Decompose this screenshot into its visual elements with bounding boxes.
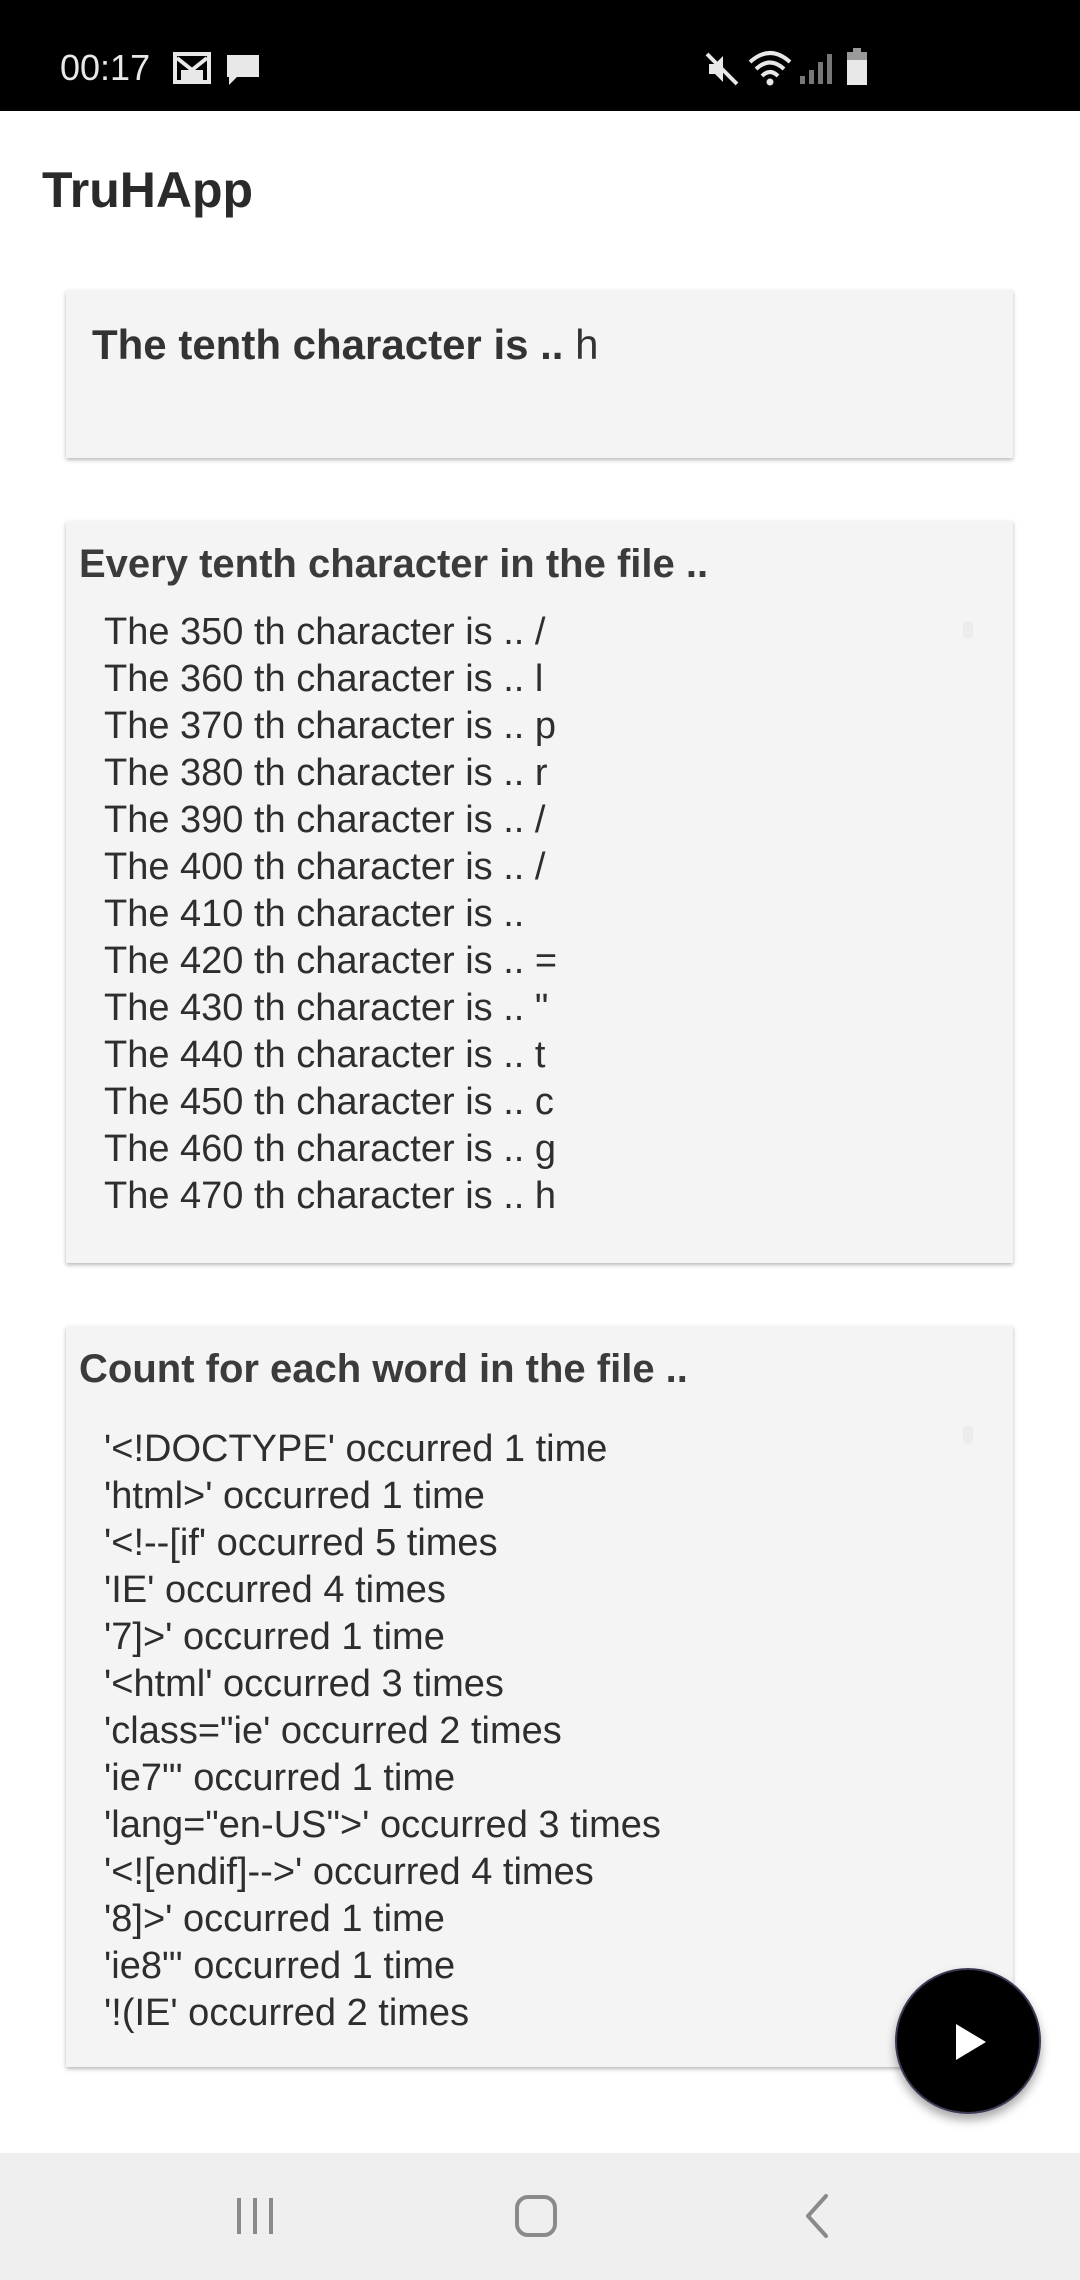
- tenth-character-card: The tenth character is .. h: [66, 290, 1013, 458]
- list-item: The 470 th character is .. h: [104, 1175, 557, 1217]
- word-count-list[interactable]: '<!DOCTYPE' occurred 1 time 'html>' occu…: [104, 1426, 661, 2037]
- list-item: '<!DOCTYPE' occurred 1 time: [104, 1428, 608, 1470]
- list-item: The 410 th character is ..: [104, 893, 525, 935]
- message-icon: [227, 55, 259, 85]
- navigation-bar: [0, 2153, 1080, 2280]
- list-item: '!(IE' occurred 2 times: [104, 1992, 470, 2034]
- list-item: The 450 th character is .. c: [104, 1081, 554, 1123]
- list-item: The 460 th character is .. g: [104, 1128, 557, 1170]
- list-item: The 370 th character is .. p: [104, 705, 557, 747]
- play-button[interactable]: [895, 1968, 1041, 2114]
- list-item: 'ie8"' occurred 1 time: [104, 1945, 456, 1987]
- list-item: 'IE' occurred 4 times: [104, 1569, 446, 1611]
- recent-apps-button[interactable]: [215, 2181, 295, 2251]
- every-tenth-character-card[interactable]: Every tenth character in the file .. The…: [66, 521, 1013, 1263]
- list-item: The 420 th character is .. =: [104, 940, 558, 982]
- list-item: 'ie7"' occurred 1 time: [104, 1757, 456, 1799]
- home-icon: [515, 2195, 557, 2237]
- gmail-icon: [173, 52, 211, 84]
- list-item: The 360 th character is .. l: [104, 658, 544, 700]
- list-item: 'class="ie' occurred 2 times: [104, 1710, 562, 1752]
- list-item: '7]>' occurred 1 time: [104, 1616, 445, 1658]
- tenth-character-value: h: [575, 321, 599, 368]
- wifi-icon: [748, 51, 792, 86]
- status-time: 00:17: [60, 47, 151, 88]
- signal-icon: [800, 54, 832, 84]
- back-icon: [806, 2194, 828, 2238]
- play-icon: [956, 2024, 986, 2060]
- list-item: '<!--[if' occurred 5 times: [104, 1522, 498, 1564]
- status-bar: 00:17: [0, 0, 1080, 111]
- list-item: The 400 th character is .. /: [104, 846, 546, 888]
- list-item: '<![endif]-->' occurred 4 times: [104, 1851, 594, 1893]
- list-item: '<html' occurred 3 times: [104, 1663, 504, 1705]
- recent-apps-icon: [237, 2198, 273, 2234]
- tenth-character-text: The tenth character is .. h: [92, 320, 599, 370]
- word-count-heading: Count for each word in the file ..: [79, 1347, 688, 1391]
- home-button[interactable]: [496, 2181, 576, 2251]
- scrollbar[interactable]: [963, 621, 973, 639]
- list-item: The 440 th character is .. t: [104, 1034, 546, 1076]
- app-title: TruHApp: [42, 162, 254, 218]
- list-item: The 390 th character is .. /: [104, 799, 546, 841]
- every-tenth-heading: Every tenth character in the file ..: [79, 542, 709, 586]
- tenth-character-label: The tenth character is ..: [92, 321, 564, 368]
- list-item: The 380 th character is .. r: [104, 752, 548, 794]
- list-item: 'html>' occurred 1 time: [104, 1475, 485, 1517]
- battery-icon: [847, 48, 867, 85]
- list-item: '8]>' occurred 1 time: [104, 1898, 445, 1940]
- scrollbar[interactable]: [963, 1426, 973, 1444]
- word-count-card[interactable]: Count for each word in the file .. '<!DO…: [66, 1326, 1013, 2067]
- list-item: The 350 th character is .. /: [104, 611, 546, 653]
- every-tenth-list[interactable]: The 350 th character is .. / The 360 th …: [104, 609, 557, 1220]
- mute-icon: [705, 52, 739, 86]
- back-button[interactable]: [778, 2181, 858, 2251]
- list-item: 'lang="en-US">' occurred 3 times: [104, 1804, 661, 1846]
- list-item: The 430 th character is .. ": [104, 987, 549, 1029]
